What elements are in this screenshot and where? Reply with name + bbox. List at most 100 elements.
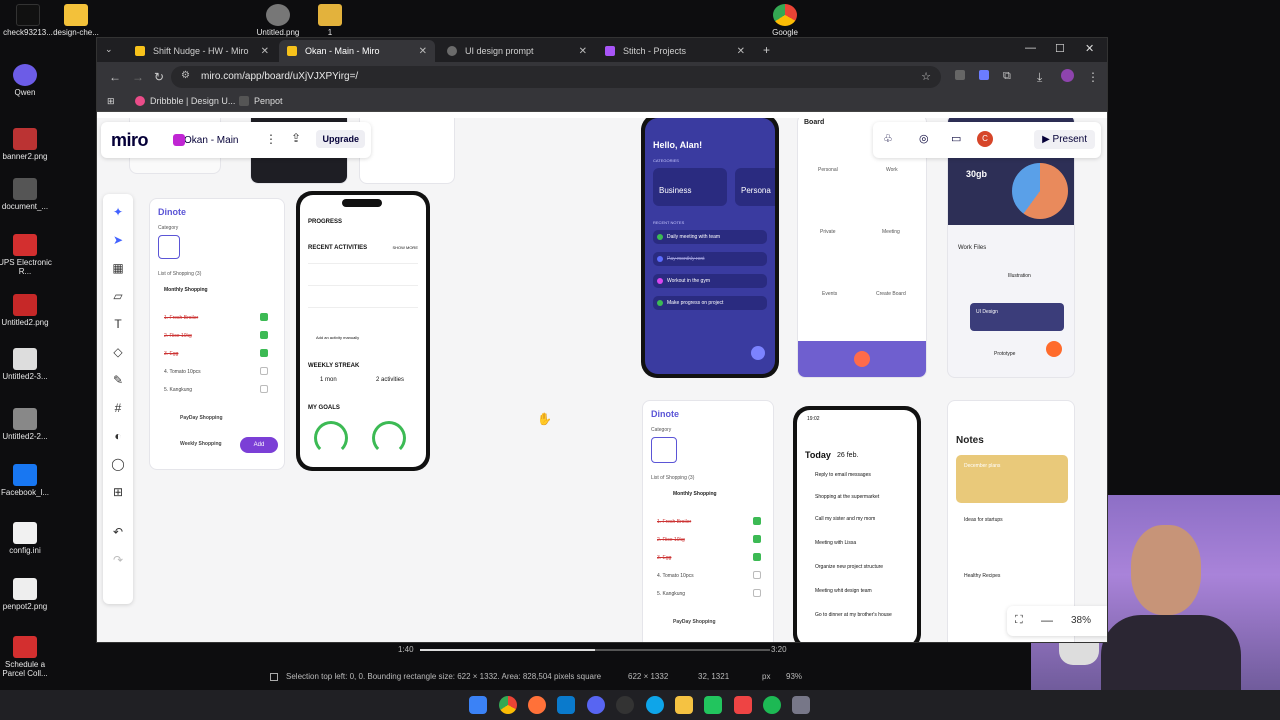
category-card[interactable]: Business <box>653 168 727 206</box>
chrome-icon[interactable] <box>499 696 517 714</box>
close-tab-icon[interactable]: ✕ <box>419 46 427 57</box>
apps-grid-icon[interactable]: ⊞ <box>107 96 115 107</box>
note-card[interactable]: December plans <box>956 455 1068 503</box>
fit-screen-icon[interactable]: ⛶ <box>1015 614 1023 627</box>
category-shopping[interactable] <box>158 235 180 259</box>
url-field[interactable]: ⚙ miro.com/app/board/uXjVJXPYirg=/ ☆ <box>171 66 941 88</box>
desktop-icon[interactable]: design-che... <box>48 4 104 37</box>
close-tab-icon[interactable]: ✕ <box>737 46 745 57</box>
file-explorer-icon[interactable] <box>675 696 693 714</box>
tab-list-icon[interactable]: ⌄ <box>105 44 113 55</box>
miro-logo[interactable]: miro <box>111 130 149 151</box>
zoom-level[interactable]: 38% <box>1071 615 1091 626</box>
desktop-icon[interactable]: Qwen <box>0 64 53 97</box>
desktop-icon[interactable]: UPS Electronic R... <box>0 234 53 276</box>
bookmark-star-icon[interactable]: ☆ <box>921 70 931 83</box>
desktop-icon[interactable]: Untitled2-2... <box>0 408 53 441</box>
checked-box[interactable] <box>753 553 761 561</box>
profile-avatar[interactable] <box>1061 69 1074 82</box>
text-tool-icon[interactable]: T <box>110 316 126 332</box>
tab-shift-nudge[interactable]: Shift Nudge - HW - Miro ✕ <box>127 40 277 62</box>
unchecked-box[interactable] <box>260 367 268 375</box>
upgrade-button[interactable]: Upgrade <box>316 130 365 148</box>
video-icon[interactable]: ▭ <box>951 132 961 145</box>
share-upload-icon[interactable]: ⇪ <box>291 131 301 145</box>
add-more-icon[interactable]: ⊞ <box>110 484 126 500</box>
desktop-icon[interactable]: banner2.png <box>0 128 53 161</box>
app-icon[interactable] <box>616 696 634 714</box>
checked-box[interactable] <box>753 517 761 525</box>
bookmark-penpot[interactable]: Penpot <box>239 96 283 106</box>
checked-box[interactable] <box>753 535 761 543</box>
edge-icon[interactable] <box>646 696 664 714</box>
desktop-icon[interactable]: config.ini <box>0 522 53 555</box>
note-item[interactable]: Daily meeting with team <box>653 230 767 244</box>
add-button[interactable]: Add <box>240 437 278 453</box>
redo-icon[interactable]: ↷ <box>110 552 126 568</box>
bookmark-dribbble[interactable]: Dribbble | Design U... <box>135 96 235 106</box>
checked-box[interactable] <box>260 349 268 357</box>
frame-icon[interactable]: # <box>110 400 126 416</box>
app-icon[interactable] <box>704 696 722 714</box>
minimize-icon[interactable]: — <box>1025 42 1036 54</box>
desktop-icon[interactable]: Schedule a Parcel Coll... <box>0 636 53 678</box>
desktop-icon[interactable]: Google <box>757 4 813 37</box>
discord-icon[interactable] <box>587 696 605 714</box>
site-info-icon[interactable]: ⚙ <box>181 70 190 81</box>
select-cursor-icon[interactable]: ➤ <box>110 232 126 248</box>
desktop-icon[interactable]: document_... <box>0 178 53 211</box>
ai-sparkle-icon[interactable]: ✦ <box>110 204 126 220</box>
checked-box[interactable] <box>260 331 268 339</box>
category-card[interactable]: Persona <box>735 168 775 206</box>
download-icon[interactable]: ⤓ <box>1037 70 1042 85</box>
forward-icon[interactable]: → <box>132 70 144 84</box>
checked-box[interactable] <box>260 313 268 321</box>
vscode-icon[interactable] <box>557 696 575 714</box>
unchecked-box[interactable] <box>753 589 761 597</box>
shapes-icon[interactable]: ◇ <box>110 344 126 360</box>
note-item[interactable]: Make progress on project <box>653 296 767 310</box>
pen-icon[interactable]: ✎ <box>110 372 126 388</box>
start-icon[interactable] <box>469 696 487 714</box>
close-window-icon[interactable]: ✕ <box>1085 42 1094 55</box>
chat-icon[interactable]: ◎ <box>919 132 929 145</box>
sticky-note-icon[interactable]: ▱ <box>110 288 126 304</box>
close-tab-icon[interactable]: ✕ <box>579 46 587 57</box>
present-button[interactable]: ▶ Present <box>1034 130 1095 149</box>
desktop-icon[interactable]: Untitled2-3... <box>0 348 53 381</box>
undo-icon[interactable]: ↶ <box>110 524 126 540</box>
templates-icon[interactable]: ▦ <box>110 260 126 276</box>
miro-canvas[interactable]: Dinote Category List of Shopping (3) Mon… <box>97 118 1107 642</box>
extension-icon[interactable] <box>979 70 989 80</box>
note-item[interactable]: Pay monthly rent <box>653 252 767 266</box>
back-icon[interactable]: ← <box>109 70 121 84</box>
desktop-icon[interactable]: penpot2.png <box>0 578 53 611</box>
note-item[interactable]: Workout in the gym <box>653 274 767 288</box>
app-icon[interactable] <box>792 696 810 714</box>
tab-ui-design-prompt[interactable]: UI design prompt ✕ <box>439 40 595 62</box>
add-icon[interactable] <box>854 351 870 367</box>
spotify-icon[interactable] <box>763 696 781 714</box>
firefox-icon[interactable] <box>528 696 546 714</box>
desktop-icon[interactable]: Facebook_l... <box>0 464 53 497</box>
tab-okan-main[interactable]: Okan - Main - Miro ✕ <box>279 40 435 62</box>
extensions-puzzle-icon[interactable]: ⧉ <box>1003 70 1011 83</box>
add-icon[interactable] <box>1046 341 1062 357</box>
close-tab-icon[interactable]: ✕ <box>261 46 269 57</box>
comment-icon[interactable]: ◯ <box>110 456 126 472</box>
unchecked-box[interactable] <box>260 385 268 393</box>
kebab-menu-icon[interactable]: ⋮ <box>265 132 277 146</box>
user-avatar[interactable]: C <box>977 131 993 147</box>
desktop-icon[interactable]: 1 <box>302 4 358 37</box>
zoom-out-icon[interactable]: — <box>1041 613 1053 627</box>
reload-icon[interactable]: ↻ <box>154 70 164 84</box>
app-icon[interactable] <box>734 696 752 714</box>
connect-icon[interactable]: ◐ <box>110 428 126 444</box>
tab-stitch-projects[interactable]: Stitch - Projects ✕ <box>597 40 753 62</box>
video-progress[interactable] <box>420 649 770 651</box>
unchecked-box[interactable] <box>753 571 761 579</box>
reactions-icon[interactable]: ♧ <box>883 132 893 145</box>
fab-add-icon[interactable] <box>751 346 765 360</box>
desktop-icon[interactable]: Untitled2.png <box>0 294 53 327</box>
new-tab-icon[interactable]: + <box>763 43 770 57</box>
